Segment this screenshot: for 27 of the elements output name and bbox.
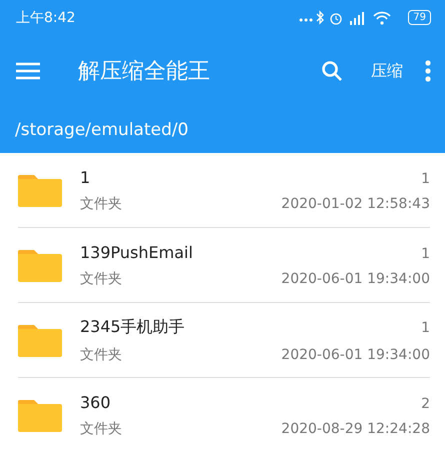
modified-date: 2020-08-29 12:24:28 xyxy=(281,420,430,436)
folder-icon xyxy=(18,173,62,207)
folder-icon xyxy=(18,398,62,432)
item-count: 1 xyxy=(421,320,430,336)
more-icon[interactable] xyxy=(425,60,431,82)
modified-date: 2020-06-01 19:34:00 xyxy=(281,270,430,286)
folder-name[interactable]: 2345手机助手 xyxy=(80,316,185,338)
folder-name[interactable]: 1 xyxy=(80,168,90,186)
item-count: 2 xyxy=(421,396,430,412)
status-time: 上午8:42 xyxy=(16,8,76,26)
file-type: 文件夹 xyxy=(80,420,122,438)
item-count: 1 xyxy=(421,246,430,262)
file-type: 文件夹 xyxy=(80,270,122,288)
file-type: 文件夹 xyxy=(80,194,122,212)
menu-icon[interactable] xyxy=(16,62,40,80)
folder-name[interactable]: 360 xyxy=(80,392,111,412)
current-path: /storage/emulated/0 xyxy=(14,119,190,142)
folder-name[interactable]: 139PushEmail xyxy=(80,242,193,262)
folder-icon xyxy=(18,248,62,282)
folder-icon xyxy=(18,323,62,357)
app-title: 解压缩全能王 xyxy=(78,58,211,86)
modified-date: 2020-01-02 12:58:43 xyxy=(281,196,430,212)
item-count: 1 xyxy=(421,170,430,186)
battery-level: 79 xyxy=(408,10,431,25)
modified-date: 2020-06-01 19:34:00 xyxy=(281,346,430,362)
search-icon[interactable] xyxy=(321,60,343,82)
file-type: 文件夹 xyxy=(80,346,122,364)
